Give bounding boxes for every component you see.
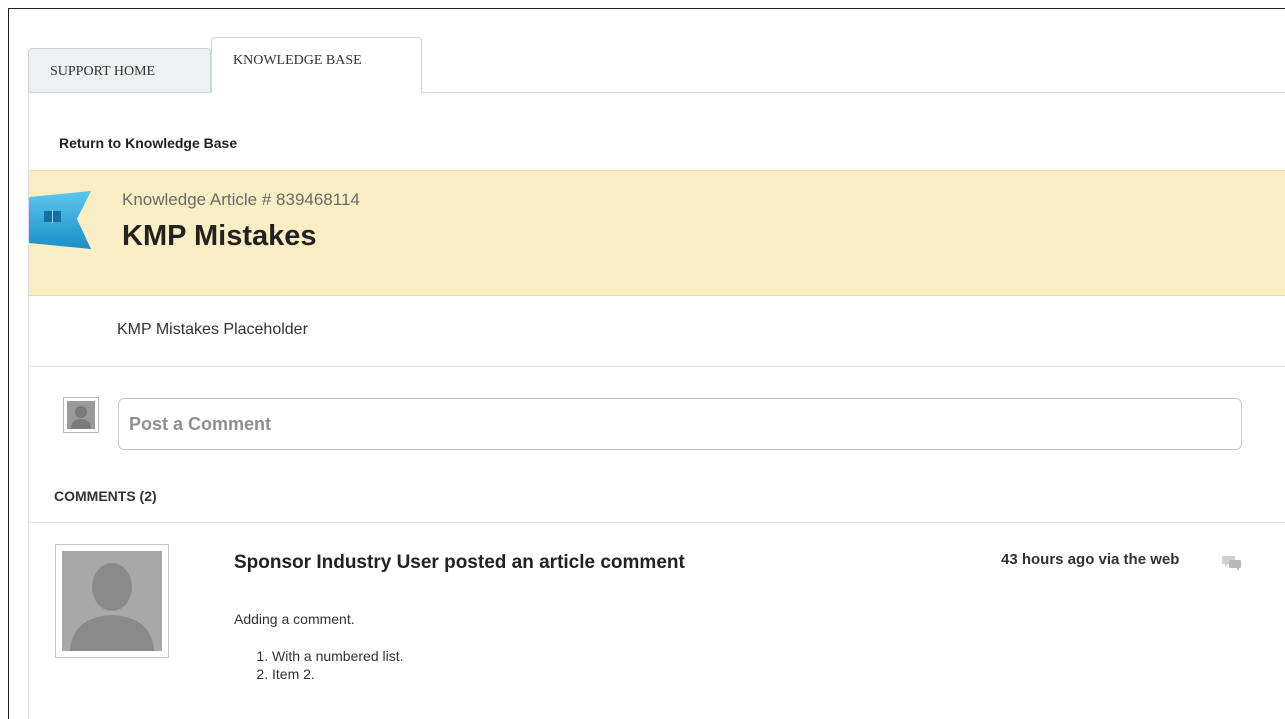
tab-support-home-label: SUPPORT HOME bbox=[50, 64, 156, 79]
user-silhouette-icon bbox=[62, 551, 162, 651]
list-item: Item 2. bbox=[272, 665, 404, 683]
reply-speech-bubble-icon[interactable] bbox=[1222, 554, 1242, 572]
comment-author-avatar[interactable] bbox=[55, 544, 169, 658]
comment-numbered-list: With a numbered list. Item 2. bbox=[250, 647, 404, 683]
tab-support-home[interactable]: SUPPORT HOME bbox=[28, 48, 211, 92]
article-body: KMP Mistakes Placeholder bbox=[117, 321, 308, 338]
comments-divider bbox=[29, 522, 1285, 523]
return-to-knowledge-base-link[interactable]: Return to Knowledge Base bbox=[59, 135, 237, 151]
list-item: With a numbered list. bbox=[272, 647, 404, 665]
user-silhouette-icon bbox=[67, 401, 95, 429]
comment-author-line: Sponsor Industry User posted an article … bbox=[234, 552, 685, 573]
knowledge-base-panel: Return to Knowledge Base Knowledge Artic… bbox=[28, 92, 1285, 719]
article-number: Knowledge Article # 839468114 bbox=[122, 190, 360, 209]
book-icon bbox=[29, 191, 91, 249]
section-divider bbox=[29, 366, 1285, 367]
article-title: KMP Mistakes bbox=[122, 220, 317, 252]
tab-knowledge-base[interactable]: KNOWLEDGE BASE bbox=[211, 37, 422, 93]
article-header: Knowledge Article # 839468114 KMP Mistak… bbox=[29, 170, 1285, 296]
current-user-avatar bbox=[63, 397, 99, 433]
comment-timestamp: 43 hours ago via the web bbox=[1001, 551, 1180, 568]
tab-knowledge-base-label: KNOWLEDGE BASE bbox=[233, 53, 362, 68]
post-comment-input[interactable] bbox=[118, 398, 1242, 450]
comment-text: Adding a comment. bbox=[234, 611, 355, 627]
comments-count-header: COMMENTS (2) bbox=[54, 488, 157, 504]
